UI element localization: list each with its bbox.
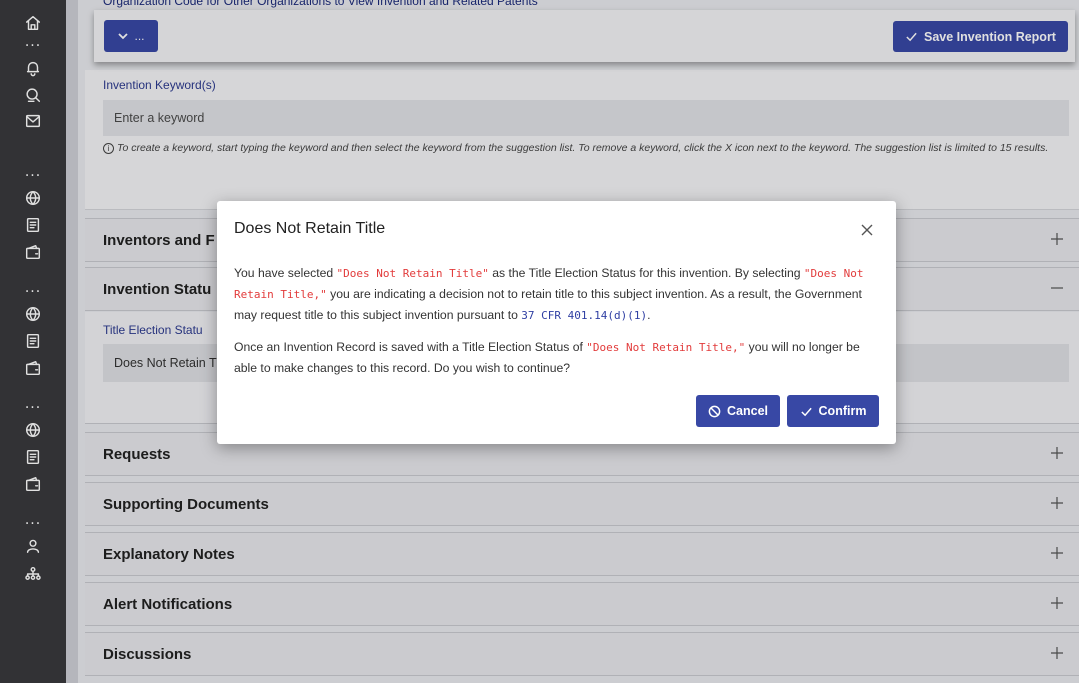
status-code: "Does Not Retain Title" (336, 267, 489, 280)
check-icon (800, 407, 812, 416)
dialog-paragraph-1: You have selected "Does Not Retain Title… (234, 263, 884, 326)
text: You have selected (234, 266, 337, 280)
cfr-reference: 37 CFR 401.14(d)(1) (521, 309, 648, 322)
does-not-retain-title-dialog: Does Not Retain Title You have selected … (217, 201, 896, 444)
dialog-paragraph-2: Once an Invention Record is saved with a… (234, 337, 884, 378)
cancel-icon (708, 405, 721, 417)
dialog-title: Does Not Retain Title (234, 220, 386, 237)
dialog-body: You have selected "Does Not Retain Title… (234, 263, 884, 378)
text: Once an Invention Record is saved with a… (234, 340, 587, 354)
status-code: "Does Not Retain Title," (586, 341, 746, 354)
confirm-label: Confirm (818, 404, 867, 418)
cancel-label: Cancel (727, 404, 768, 418)
text: as the Title Election Status for this in… (488, 266, 804, 280)
close-icon[interactable] (860, 223, 874, 237)
cancel-button[interactable]: Cancel (696, 395, 780, 427)
text: . (647, 308, 651, 322)
confirm-button[interactable]: Confirm (787, 395, 879, 427)
